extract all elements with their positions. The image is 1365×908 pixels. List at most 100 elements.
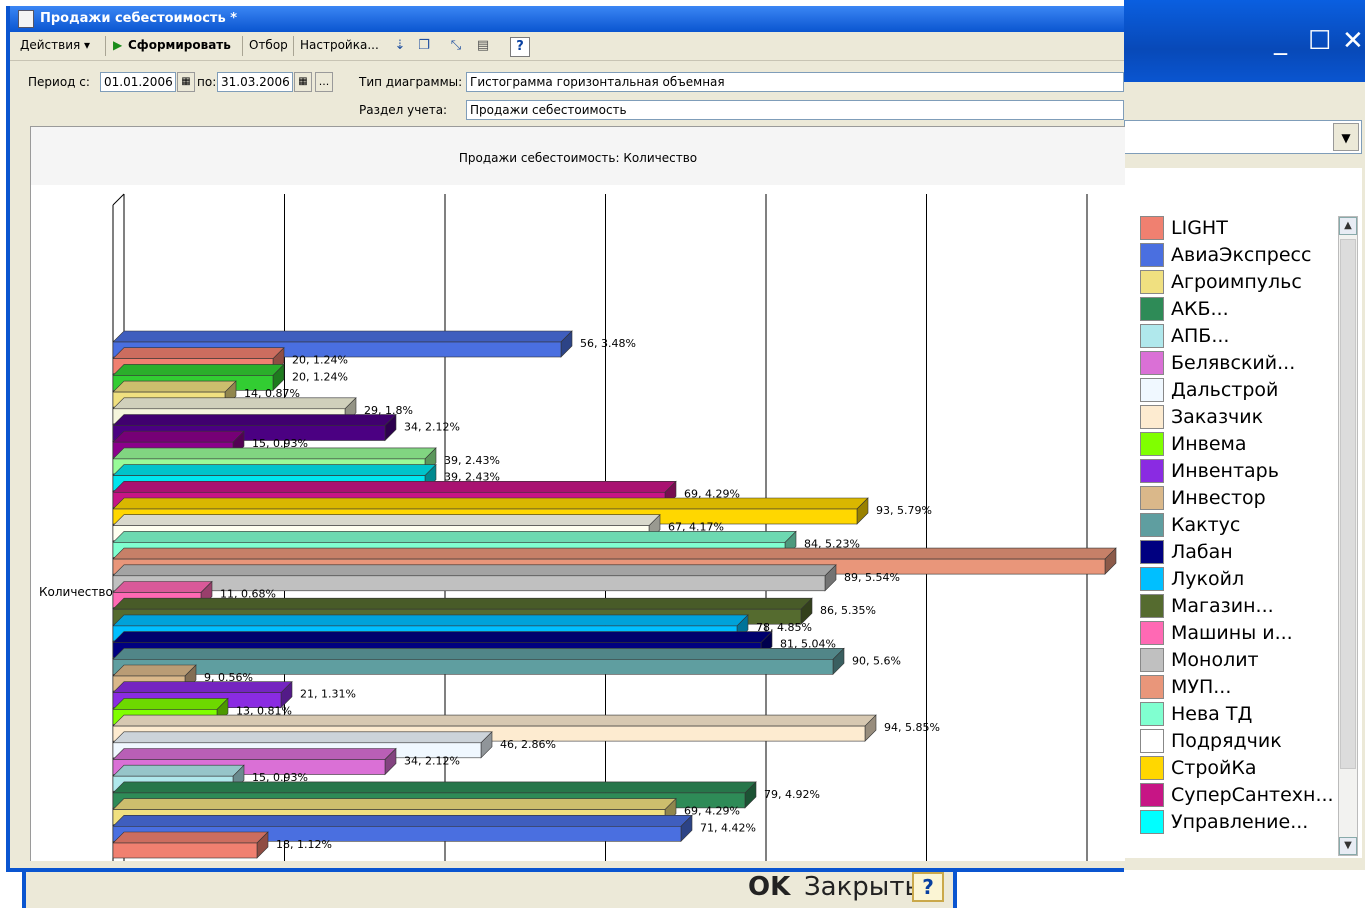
period-select-button[interactable]: ...: [315, 72, 333, 92]
filter-button[interactable]: Отбор: [249, 37, 288, 53]
legend-label: Лукойл: [1171, 568, 1245, 590]
background-combo[interactable]: ▼: [1124, 120, 1362, 154]
axis-line: [112, 193, 125, 206]
bar-top: [112, 748, 397, 760]
data-label: 34, 2.12%: [404, 421, 460, 434]
bar-chart: Количество 56, 3.48%20, 1.24%20, 1.24%14…: [39, 193, 1117, 861]
chevron-down-icon[interactable]: ▼: [1333, 123, 1359, 151]
legend-swatch: [1140, 594, 1164, 618]
help-icon[interactable]: ?: [510, 37, 530, 57]
minimize-icon[interactable]: _: [1274, 26, 1287, 56]
window-titlebar: Продажи себестоимость *: [10, 6, 1124, 32]
bar-top: [112, 597, 813, 610]
bar-top: [112, 464, 437, 476]
chart-legend: ▲ ▼ LIGHT АвиаЭкспресс Агроимпульс АКБ... АП…: [1124, 168, 1362, 858]
legend-label: LIGHT: [1171, 217, 1228, 239]
data-label: 93, 5.79%: [876, 504, 932, 517]
bar-top: [112, 798, 677, 810]
background-window: _ ☐ ✕ ▼ ▲ ▼ LIGHT АвиаЭкспресс Агроимпульс…: [1124, 0, 1365, 870]
scroll-thumb[interactable]: [1340, 239, 1356, 769]
bar-top: [112, 664, 197, 677]
refresh-icon[interactable]: ⇣: [391, 37, 409, 55]
close-icon[interactable]: ✕: [1342, 26, 1364, 56]
dialog-button-bar: OK Закрыть ?: [22, 870, 957, 908]
legend-label: Подрядчик: [1171, 730, 1282, 752]
scroll-up-icon[interactable]: ▲: [1339, 217, 1357, 235]
legend-swatch: [1140, 675, 1164, 699]
legend-label: Инвентарь: [1171, 460, 1279, 482]
bar-top: [112, 430, 245, 443]
legend-swatch: [1140, 513, 1164, 537]
legend-label: Магазин...: [1171, 595, 1274, 617]
document-icon: [18, 10, 34, 28]
legend-label: Дальстрой: [1171, 379, 1279, 401]
scroll-down-icon[interactable]: ▼: [1339, 837, 1357, 855]
data-label: 69, 4.29%: [684, 805, 740, 818]
actions-menu[interactable]: Действия ▾: [20, 37, 90, 53]
data-label: 39, 2.43%: [444, 454, 500, 467]
legend-label: СтройКа: [1171, 757, 1257, 779]
bar: [112, 831, 269, 859]
date-to-field[interactable]: 31.03.2006: [217, 72, 293, 92]
legend-swatch: [1140, 432, 1164, 456]
legend-label: Агроимпульс: [1171, 271, 1302, 293]
date-from-field[interactable]: 01.01.2006: [100, 72, 176, 92]
ok-button[interactable]: OK: [748, 872, 790, 902]
legend-swatch: [1140, 216, 1164, 240]
calendar-icon[interactable]: ▦: [177, 72, 195, 92]
bar-top: [112, 347, 285, 359]
legend-swatch: [1140, 324, 1164, 348]
toolbar-separator: [105, 36, 106, 56]
legend-swatch: [1140, 270, 1164, 294]
data-label: 71, 4.42%: [700, 821, 756, 834]
chart-type-field[interactable]: Гистограмма горизонтальная объемная: [466, 72, 1124, 92]
section-field[interactable]: Продажи себестоимость: [466, 100, 1124, 120]
bar-top: [112, 330, 573, 343]
maximize-icon[interactable]: ☐: [1308, 26, 1331, 56]
chart-settings-icon[interactable]: ⤡: [447, 37, 465, 55]
data-label: 20, 1.24%: [292, 354, 348, 367]
legend-label: Заказчик: [1171, 406, 1264, 428]
data-label: 34, 2.12%: [404, 755, 460, 768]
bar-top: [112, 380, 237, 393]
data-label: 56, 3.48%: [580, 337, 636, 350]
help-button[interactable]: ?: [912, 872, 944, 902]
generate-button[interactable]: Сформировать: [128, 37, 231, 53]
period-label: Период с:: [28, 75, 90, 89]
bar-top: [112, 647, 845, 660]
data-label: 94, 5.85%: [884, 721, 940, 734]
legend-swatch: [1140, 405, 1164, 429]
legend-scrollbar[interactable]: ▲ ▼: [1338, 216, 1358, 856]
bar-top: [112, 397, 357, 410]
chart-area: Продажи себестоимость: Количество Количе…: [30, 126, 1125, 861]
legend-swatch: [1140, 621, 1164, 645]
to-label: по:: [197, 75, 217, 89]
report-window: Продажи себестоимость * Действия ▾ ▶ Сфо…: [6, 6, 1125, 872]
legend-label: Инвестор: [1171, 487, 1266, 509]
bar-top: [112, 814, 693, 827]
bar-top: [112, 480, 677, 493]
legend-label: СуперСантехн...: [1171, 784, 1334, 806]
bar-top: [112, 564, 837, 577]
bar-top: [112, 731, 493, 744]
background-titlebar: _ ☐ ✕: [1124, 0, 1365, 82]
bar-top: [112, 531, 797, 543]
bar-top: [112, 414, 397, 426]
legend-label: АвиаЭкспресс: [1171, 244, 1312, 266]
settings-button[interactable]: Настройка...: [300, 37, 379, 53]
data-label: 90, 5.6%: [852, 654, 901, 667]
legend-swatch: [1140, 729, 1164, 753]
calendar-icon[interactable]: ▦: [294, 72, 312, 92]
play-icon: ▶: [113, 38, 123, 52]
chart-type-label: Тип диаграммы:: [359, 75, 463, 89]
legend-label: МУП...: [1171, 676, 1232, 698]
copy-icon[interactable]: ❐: [415, 37, 433, 55]
data-label: 79, 4.92%: [764, 788, 820, 801]
print-icon[interactable]: ▤: [474, 37, 492, 55]
legend-swatch: [1140, 540, 1164, 564]
bar-top: [112, 631, 773, 643]
legend-label: Монолит: [1171, 649, 1259, 671]
close-button[interactable]: Закрыть: [804, 872, 920, 902]
legend-label: Управление...: [1171, 811, 1309, 833]
bar-top: [112, 447, 437, 460]
